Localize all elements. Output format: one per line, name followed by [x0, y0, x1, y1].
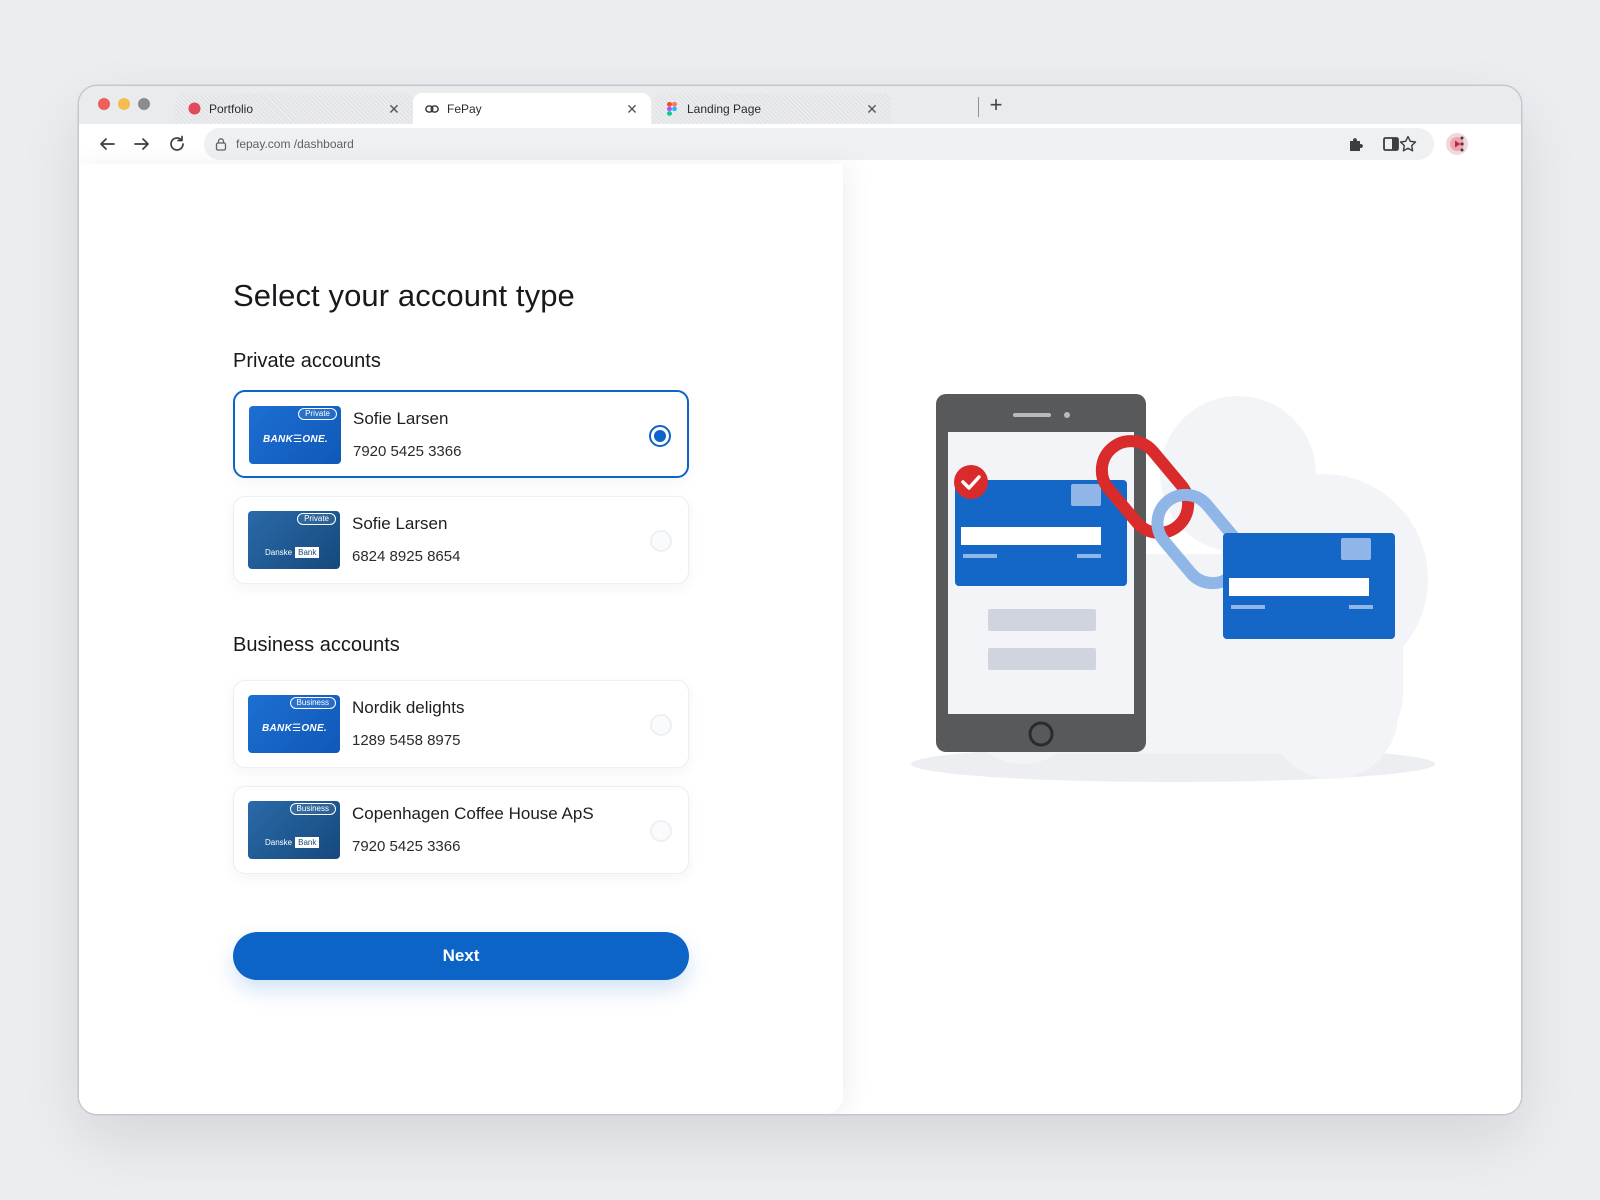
address-bar[interactable]: fepay.com /dashboard	[204, 128, 1434, 160]
portfolio-dot-icon	[187, 102, 201, 116]
account-option-private-sofie-danske[interactable]: Private Danske Bank Sofie Larsen 6824 89…	[233, 496, 689, 584]
account-radio[interactable]	[650, 714, 672, 736]
private-accounts-heading: Private accounts	[233, 350, 381, 372]
account-option-business-nordik[interactable]: Business BANK☰ONE. Nordik delights 1289 …	[233, 680, 689, 768]
close-icon[interactable]: ✕	[387, 102, 401, 116]
account-name: Sofie Larsen	[353, 409, 449, 428]
browser-window: Portfolio ✕ FePay ✕ Landing Page ✕ + fep…	[79, 86, 1521, 1114]
page-content: Select your account type Private account…	[79, 164, 1521, 1114]
account-name: Copenhagen Coffee House ApS	[352, 804, 594, 823]
tab-title: FePay	[447, 101, 482, 116]
account-name: Nordik delights	[352, 698, 465, 717]
account-selection-panel: Select your account type Private account…	[79, 164, 843, 1114]
url-text[interactable]: fepay.com /dashboard	[236, 137, 354, 151]
account-type-badge: Private	[298, 408, 337, 420]
tab-title: Portfolio	[209, 101, 254, 116]
account-radio-selected[interactable]	[649, 425, 671, 447]
bank-logo-word: Bank	[295, 837, 320, 848]
tab-title: Landing Page	[687, 101, 762, 116]
account-name: Sofie Larsen	[352, 514, 448, 533]
figma-icon	[665, 101, 679, 116]
bankone-logo: BANK☰ONE.	[262, 723, 327, 734]
account-type-badge: Business	[289, 803, 336, 815]
page-title: Select your account type	[233, 278, 575, 313]
account-number: 1289 5458 8975	[352, 732, 461, 749]
account-option-business-copenhagen[interactable]: Business Danske Bank Copenhagen Coffee H…	[233, 786, 689, 874]
more-vertical-icon-glyph[interactable]	[1452, 134, 1472, 154]
close-icon[interactable]: ✕	[625, 102, 639, 116]
account-radio[interactable]	[650, 530, 672, 552]
danske-bank-logo: Danske Bank	[262, 837, 320, 848]
account-number: 7920 5425 3366	[352, 838, 461, 855]
business-accounts-heading: Business accounts	[233, 634, 400, 656]
forward-arrow-icon[interactable]	[130, 132, 154, 156]
tab-landing-page[interactable]: Landing Page ✕	[653, 93, 891, 124]
close-window-button[interactable]	[98, 98, 110, 110]
reload-icon[interactable]	[165, 132, 189, 156]
extensions-puzzle-icon[interactable]	[1346, 134, 1366, 154]
next-button[interactable]: Next	[233, 932, 689, 980]
account-type-badge: Private	[297, 513, 336, 525]
phone-linked-card-illustration	[911, 394, 1435, 782]
account-type-badge: Business	[289, 697, 336, 709]
tab-strip: Portfolio ✕ FePay ✕ Landing Page ✕ +	[79, 86, 1521, 124]
new-tab-button[interactable]: +	[985, 94, 1007, 117]
account-option-private-sofie-bankone[interactable]: Private BANK☰ONE. Sofie Larsen 7920 5425…	[233, 390, 689, 478]
bank-logo-word: Bank	[295, 547, 320, 558]
illustration-panel	[843, 164, 1521, 1114]
bankone-card-thumbnail: Business BANK☰ONE.	[248, 695, 340, 753]
linked-card-illustration	[1223, 533, 1395, 639]
danske-card-thumbnail: Private Danske Bank	[248, 511, 340, 569]
close-icon[interactable]: ✕	[865, 102, 879, 116]
bankone-card-thumbnail: Private BANK☰ONE.	[249, 406, 341, 464]
lock-icon	[214, 137, 228, 151]
bookmark-star-icon[interactable]	[1398, 134, 1418, 154]
browser-toolbar: fepay.com /dashboard	[79, 124, 1521, 164]
bankone-logo: BANK☰ONE.	[263, 434, 328, 445]
tab-portfolio[interactable]: Portfolio ✕	[175, 93, 413, 124]
danske-bank-logo: Danske Bank	[262, 547, 320, 558]
account-radio[interactable]	[650, 820, 672, 842]
minimize-window-button[interactable]	[118, 98, 130, 110]
account-number: 7920 5425 3366	[353, 443, 462, 460]
tab-fepay[interactable]: FePay ✕	[413, 93, 651, 124]
danske-card-thumbnail: Business Danske Bank	[248, 801, 340, 859]
link-icon	[425, 102, 439, 116]
account-number: 6824 8925 8654	[352, 548, 461, 565]
danske-logo-word: Danske	[265, 838, 293, 847]
tab-divider	[978, 97, 979, 117]
danske-logo-word: Danske	[265, 548, 293, 557]
back-arrow-icon[interactable]	[95, 132, 119, 156]
side-panel-icon[interactable]	[1381, 134, 1401, 154]
maximize-window-button[interactable]	[138, 98, 150, 110]
